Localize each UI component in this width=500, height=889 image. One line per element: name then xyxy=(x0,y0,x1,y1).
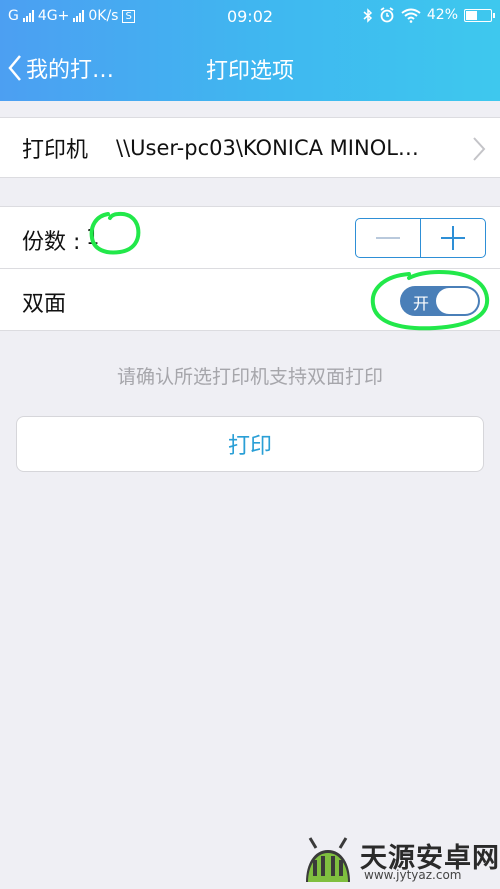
annotation-circle xyxy=(370,269,490,331)
wifi-icon xyxy=(401,8,421,23)
chevron-right-icon xyxy=(473,137,486,161)
minus-icon xyxy=(375,237,400,239)
status-right: 42% xyxy=(363,7,495,23)
print-button-label: 打印 xyxy=(227,434,272,459)
copies-row: 份数 : 1 xyxy=(0,207,500,269)
copies-stepper xyxy=(355,218,486,258)
printer-label: 打印机 xyxy=(22,137,89,163)
plus-icon xyxy=(441,226,466,250)
battery-icon xyxy=(464,8,495,22)
print-button[interactable]: 打印 xyxy=(16,416,484,472)
decrement-button[interactable] xyxy=(356,219,420,257)
annotation-circle xyxy=(89,211,141,255)
bluetooth-icon xyxy=(363,7,372,23)
battery-percent: 42% xyxy=(426,7,458,23)
copies-label: 份数 : xyxy=(22,230,81,255)
android-logo-icon xyxy=(306,837,350,882)
increment-button[interactable] xyxy=(421,219,485,257)
status-bar: G 4G+ 0K/s S 09:02 42% xyxy=(0,0,500,34)
page-title: 打印选项 xyxy=(205,59,294,84)
watermark-logo: 天源安卓网 www.jytyaz.com xyxy=(298,830,499,886)
header: G 4G+ 0K/s S 09:02 42% 我的打… 打印选项 xyxy=(0,0,500,101)
duplex-hint: 请确认所选打印机支持双面打印 xyxy=(116,366,383,388)
duplex-label: 双面 xyxy=(22,292,67,317)
printer-selector[interactable]: 打印机 \\User-pc03\KONICA MINOL… xyxy=(0,117,500,178)
watermark-url: www.jytyaz.com xyxy=(364,868,462,882)
alarm-icon xyxy=(380,7,394,23)
printer-value: \\User-pc03\KONICA MINOL… xyxy=(116,135,419,160)
